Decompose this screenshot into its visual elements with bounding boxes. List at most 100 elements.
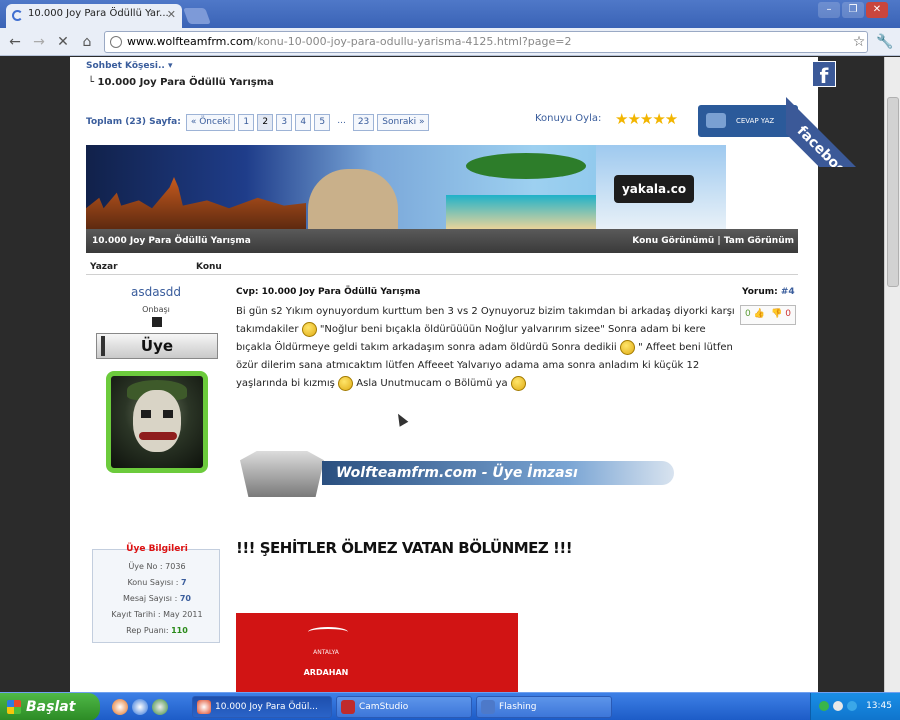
wrench-icon[interactable]: 🔧 <box>876 34 894 50</box>
windows-logo-icon <box>7 700 21 714</box>
flashing-icon <box>481 700 495 714</box>
close-tab-icon[interactable]: ✕ <box>167 8 176 21</box>
page-scrollbar[interactable] <box>884 57 900 692</box>
close-window-icon[interactable]: ✕ <box>866 2 888 18</box>
taskbar-item-camstudio[interactable]: CamStudio <box>336 696 472 718</box>
page-link-4[interactable]: 4 <box>295 113 312 131</box>
topic-column-label: Konu <box>196 262 222 272</box>
tray-clock: 13:45 <box>866 701 892 711</box>
start-button[interactable]: Başlat <box>0 693 100 720</box>
next-page-button[interactable]: Sonraki » <box>377 113 430 131</box>
loading-icon <box>12 10 23 21</box>
post-text: Bi gün s2 Yıkım oynuyordum kurttum ben 3… <box>236 306 735 391</box>
page-link-last[interactable]: 23 <box>352 113 375 131</box>
post-number: Yorum: #4 <box>742 287 795 297</box>
mouse-cursor-icon <box>393 411 409 427</box>
stop-icon[interactable]: ✕ <box>54 34 72 50</box>
page-link-1[interactable]: 1 <box>238 113 255 131</box>
tray-icon[interactable] <box>819 701 829 711</box>
breadcrumb-parent[interactable]: Sohbet Köşesi.. ▾ <box>86 61 172 71</box>
rank-icon <box>152 317 162 327</box>
author-rank: Onbaşı <box>142 305 170 314</box>
pagination-label: Toplam (23) Sayfa: <box>86 117 181 127</box>
system-tray: 13:45 <box>810 693 900 720</box>
new-tab-button[interactable] <box>183 8 211 24</box>
forward-icon[interactable]: → <box>30 34 48 50</box>
globe-icon <box>110 36 122 48</box>
rate-label: Konuyu Oyla: <box>535 113 602 124</box>
facebook-ribbon[interactable]: facebook <box>786 57 896 167</box>
facebook-label: facebook <box>786 87 890 167</box>
site-banner: yakala.co <box>86 145 726 229</box>
thread-title: 10.000 Joy Para Ödüllü Yarışma <box>92 236 251 246</box>
scrollbar-thumb[interactable] <box>887 97 899 287</box>
wolfteam-logo-icon <box>240 451 324 497</box>
facebook-icon[interactable]: f <box>812 61 836 88</box>
member-info-row: Kayıt Tarihi : May 2011 <box>111 610 203 619</box>
member-info-row: Rep Puanı: 110 <box>126 626 188 635</box>
post-title: Cvp: 10.000 Joy Para Ödüllü Yarışma <box>236 287 421 297</box>
smiley-icon <box>301 321 317 337</box>
member-info-row: Mesaj Sayısı : 70 <box>123 594 191 603</box>
reply-button-label: CEVAP YAZ <box>736 117 775 125</box>
thread-title-bar: 10.000 Joy Para Ödüllü Yarışma Konu Görü… <box>86 229 798 253</box>
banner-brand-logo: yakala.co <box>614 175 694 203</box>
avatar[interactable] <box>106 371 208 473</box>
speech-bubble-icon <box>706 113 726 128</box>
member-info-box: Üye Bilgileri Üye No : 7036 Konu Sayısı … <box>92 544 220 643</box>
rating-stars[interactable]: ★★★★★ <box>615 110 678 128</box>
reply-button[interactable]: CEVAP YAZ <box>698 105 798 137</box>
tab-title: 10.000 Joy Para Ödüllü Yar... <box>28 8 169 19</box>
chrome-icon <box>197 700 211 714</box>
page-viewport: Sohbet Köşesi.. ▾ └ 10.000 Joy Para Ödül… <box>0 57 900 692</box>
member-info-header: Üye Bilgileri <box>126 544 188 554</box>
post-thumbs[interactable]: 0 👍 👎 0 <box>740 305 796 325</box>
page-link-5[interactable]: 5 <box>314 113 331 131</box>
url-host: www.wolfteamfrm.com <box>127 35 254 48</box>
post-column-header: Yazar Konu <box>86 261 798 275</box>
author-column-label: Yazar <box>90 262 118 272</box>
post-author-panel: asdasdd Onbaşı Üye Üye Bilgileri Üye No … <box>86 279 226 692</box>
firefox-icon[interactable] <box>112 699 128 715</box>
smiley-icon <box>619 339 635 355</box>
forum-page: Sohbet Köşesi.. ▾ └ 10.000 Joy Para Ödül… <box>70 57 818 692</box>
page-link-2[interactable]: 2 <box>257 113 274 131</box>
thumbs-up-icon[interactable]: 👍 <box>754 309 765 319</box>
url-path: /konu-10-000-joy-para-odullu-yarisma-412… <box>253 35 572 48</box>
smiley-icon <box>510 375 526 391</box>
address-bar[interactable]: www.wolfteamfrm.com/konu-10-000-joy-para… <box>104 31 868 53</box>
home-icon[interactable]: ⌂ <box>78 34 96 50</box>
browser-tab[interactable]: 10.000 Joy Para Ödüllü Yar... ✕ <box>6 4 182 28</box>
signature-slogan: !!! ŞEHİTLER ÖLMEZ VATAN BÖLÜNMEZ !!! <box>236 539 573 557</box>
signature-banner: Wolfteamfrm.com - Üye İmzası <box>236 451 676 499</box>
taskbar-item-flashing[interactable]: Flashing <box>476 696 612 718</box>
page-link-3[interactable]: 3 <box>276 113 293 131</box>
image-caption-main: ARDAHAN <box>303 668 349 677</box>
beach-image <box>446 195 596 229</box>
thumbs-down-icon[interactable]: 👎 <box>771 309 782 319</box>
member-badge: Üye <box>96 333 218 359</box>
taskbar-item-browser[interactable]: 10.000 Joy Para Ödül... <box>192 696 332 718</box>
post-permalink[interactable]: #4 <box>781 287 795 297</box>
prev-page-button[interactable]: « Önceki <box>185 113 236 131</box>
back-icon[interactable]: ← <box>6 34 24 50</box>
signature-text: Wolfteamfrm.com - Üye İmzası <box>322 461 674 485</box>
minimize-icon[interactable]: – <box>818 2 840 18</box>
media-player-icon[interactable] <box>152 699 168 715</box>
tray-icon[interactable] <box>847 701 857 711</box>
palm-image <box>466 153 586 179</box>
smiley-icon <box>338 375 354 391</box>
member-info-row: Konu Sayısı : 7 <box>127 578 187 587</box>
ie-icon[interactable] <box>132 699 148 715</box>
maximize-icon[interactable]: ❐ <box>842 2 864 18</box>
start-label: Başlat <box>26 699 76 715</box>
camstudio-icon <box>341 700 355 714</box>
thumbs-down-count: 0 <box>785 309 791 319</box>
browser-toolbar: ← → ✕ ⌂ www.wolfteamfrm.com/konu-10-000-… <box>0 28 900 56</box>
author-username[interactable]: asdasdd <box>86 285 226 299</box>
tray-icon[interactable] <box>833 701 843 711</box>
signature-red-image: ANTALYA ARDAHAN <box>236 613 518 692</box>
crescent-icon <box>308 627 348 637</box>
view-mode-links[interactable]: Konu Görünümü | Tam Görünüm <box>632 236 794 246</box>
bookmark-star-icon[interactable]: ☆ <box>850 34 868 50</box>
